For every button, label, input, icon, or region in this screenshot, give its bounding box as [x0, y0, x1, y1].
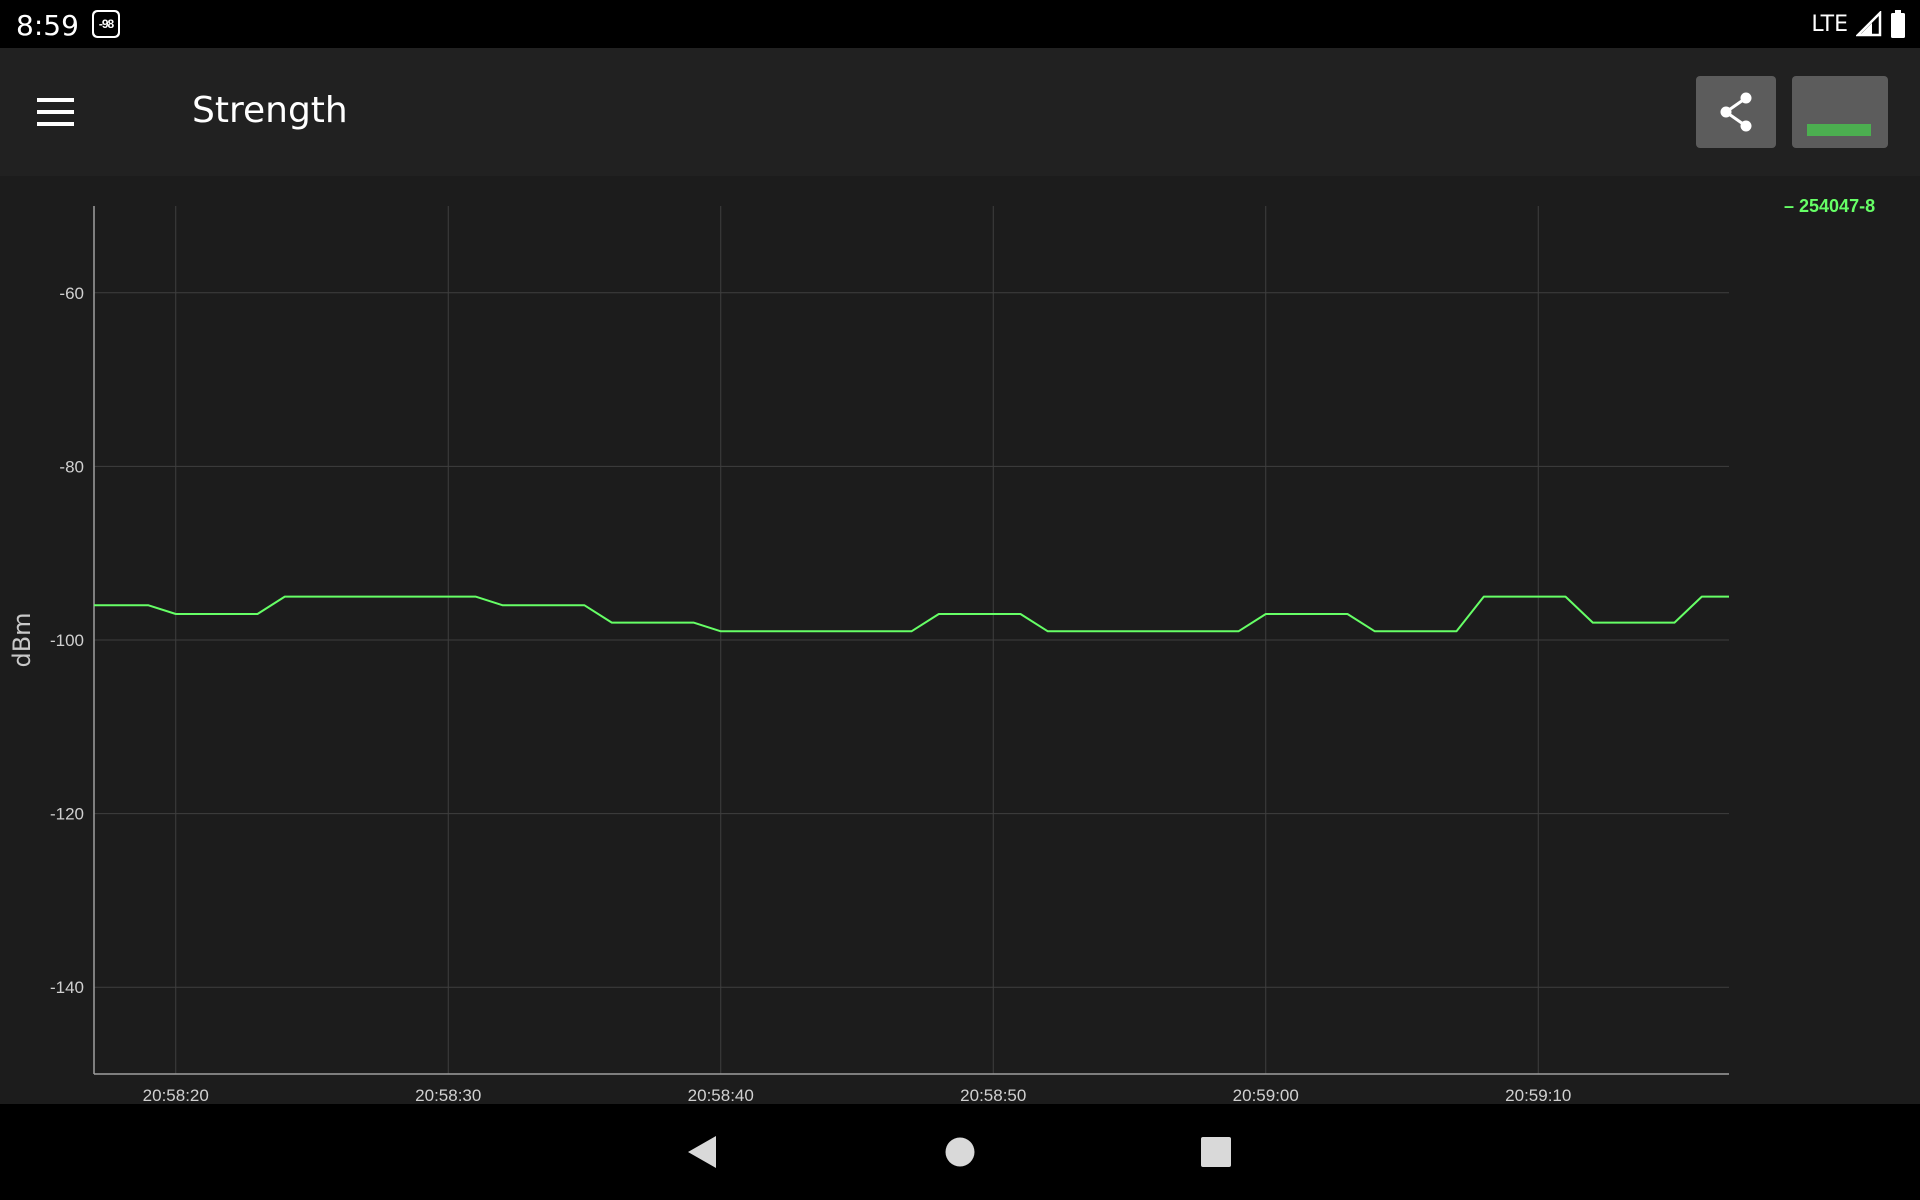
signal-icon [1856, 11, 1882, 37]
hamburger-menu-icon[interactable] [24, 84, 86, 140]
network-type-label: LTE [1811, 11, 1848, 37]
signal-strength-chart: -60 -80 -100 -120 -140 20:58:20 20:58:30 20:58… [0, 176, 1920, 1104]
battery-icon [1891, 10, 1905, 38]
y-tick-label: -80 [59, 457, 84, 476]
page-title: Strength [192, 90, 348, 131]
share-button[interactable] [1696, 76, 1776, 148]
legend-swatch: – [1784, 196, 1800, 216]
signal-bar-icon [1807, 124, 1871, 136]
x-tick-label: 20:59:10 [1505, 1086, 1571, 1104]
x-tick-label: 20:58:40 [688, 1086, 754, 1104]
y-axis-label: dBm [8, 612, 36, 667]
app-bar: Strength [0, 48, 1920, 176]
share-icon [1720, 92, 1752, 132]
x-tick-label: 20:58:50 [960, 1086, 1026, 1104]
status-icons: LTE [1811, 10, 1906, 38]
y-tick-labels: -60 -80 -100 -120 -140 [50, 284, 84, 997]
signal-strength-badge: -98 [92, 10, 120, 38]
status-time: 8:59 [16, 9, 79, 42]
chart-legend: – 254047-8 [1784, 196, 1875, 217]
recents-square-icon[interactable] [1200, 1136, 1232, 1168]
y-tick-label: -60 [59, 284, 84, 303]
x-tick-labels: 20:58:20 20:58:30 20:58:40 20:58:50 20:59:00… [143, 1086, 1572, 1104]
status-bar: 8:59 -98 LTE [0, 0, 1920, 48]
x-tick-label: 20:58:20 [143, 1086, 209, 1104]
x-tick-label: 20:58:30 [415, 1086, 481, 1104]
signal-strength-badge-label: -98 [94, 12, 118, 36]
back-triangle-icon[interactable] [684, 1134, 720, 1170]
system-nav-bar [0, 1104, 1920, 1200]
y-tick-label: -100 [50, 631, 84, 650]
chart-grid [94, 206, 1729, 1074]
chart-series [94, 595, 1729, 633]
chart-canvas: -60-80-100-120-140 20:58:20 20:58:30 20:58… [8, 206, 1729, 1104]
y-tick-label: -120 [50, 805, 84, 824]
home-circle-icon[interactable] [944, 1136, 976, 1168]
x-tick-label: 20:59:00 [1233, 1086, 1299, 1104]
y-tick-label: -140 [50, 978, 84, 997]
signal-level-button[interactable] [1792, 76, 1888, 148]
legend-series-name: 254047-8 [1799, 196, 1876, 216]
series-line [94, 595, 1729, 633]
